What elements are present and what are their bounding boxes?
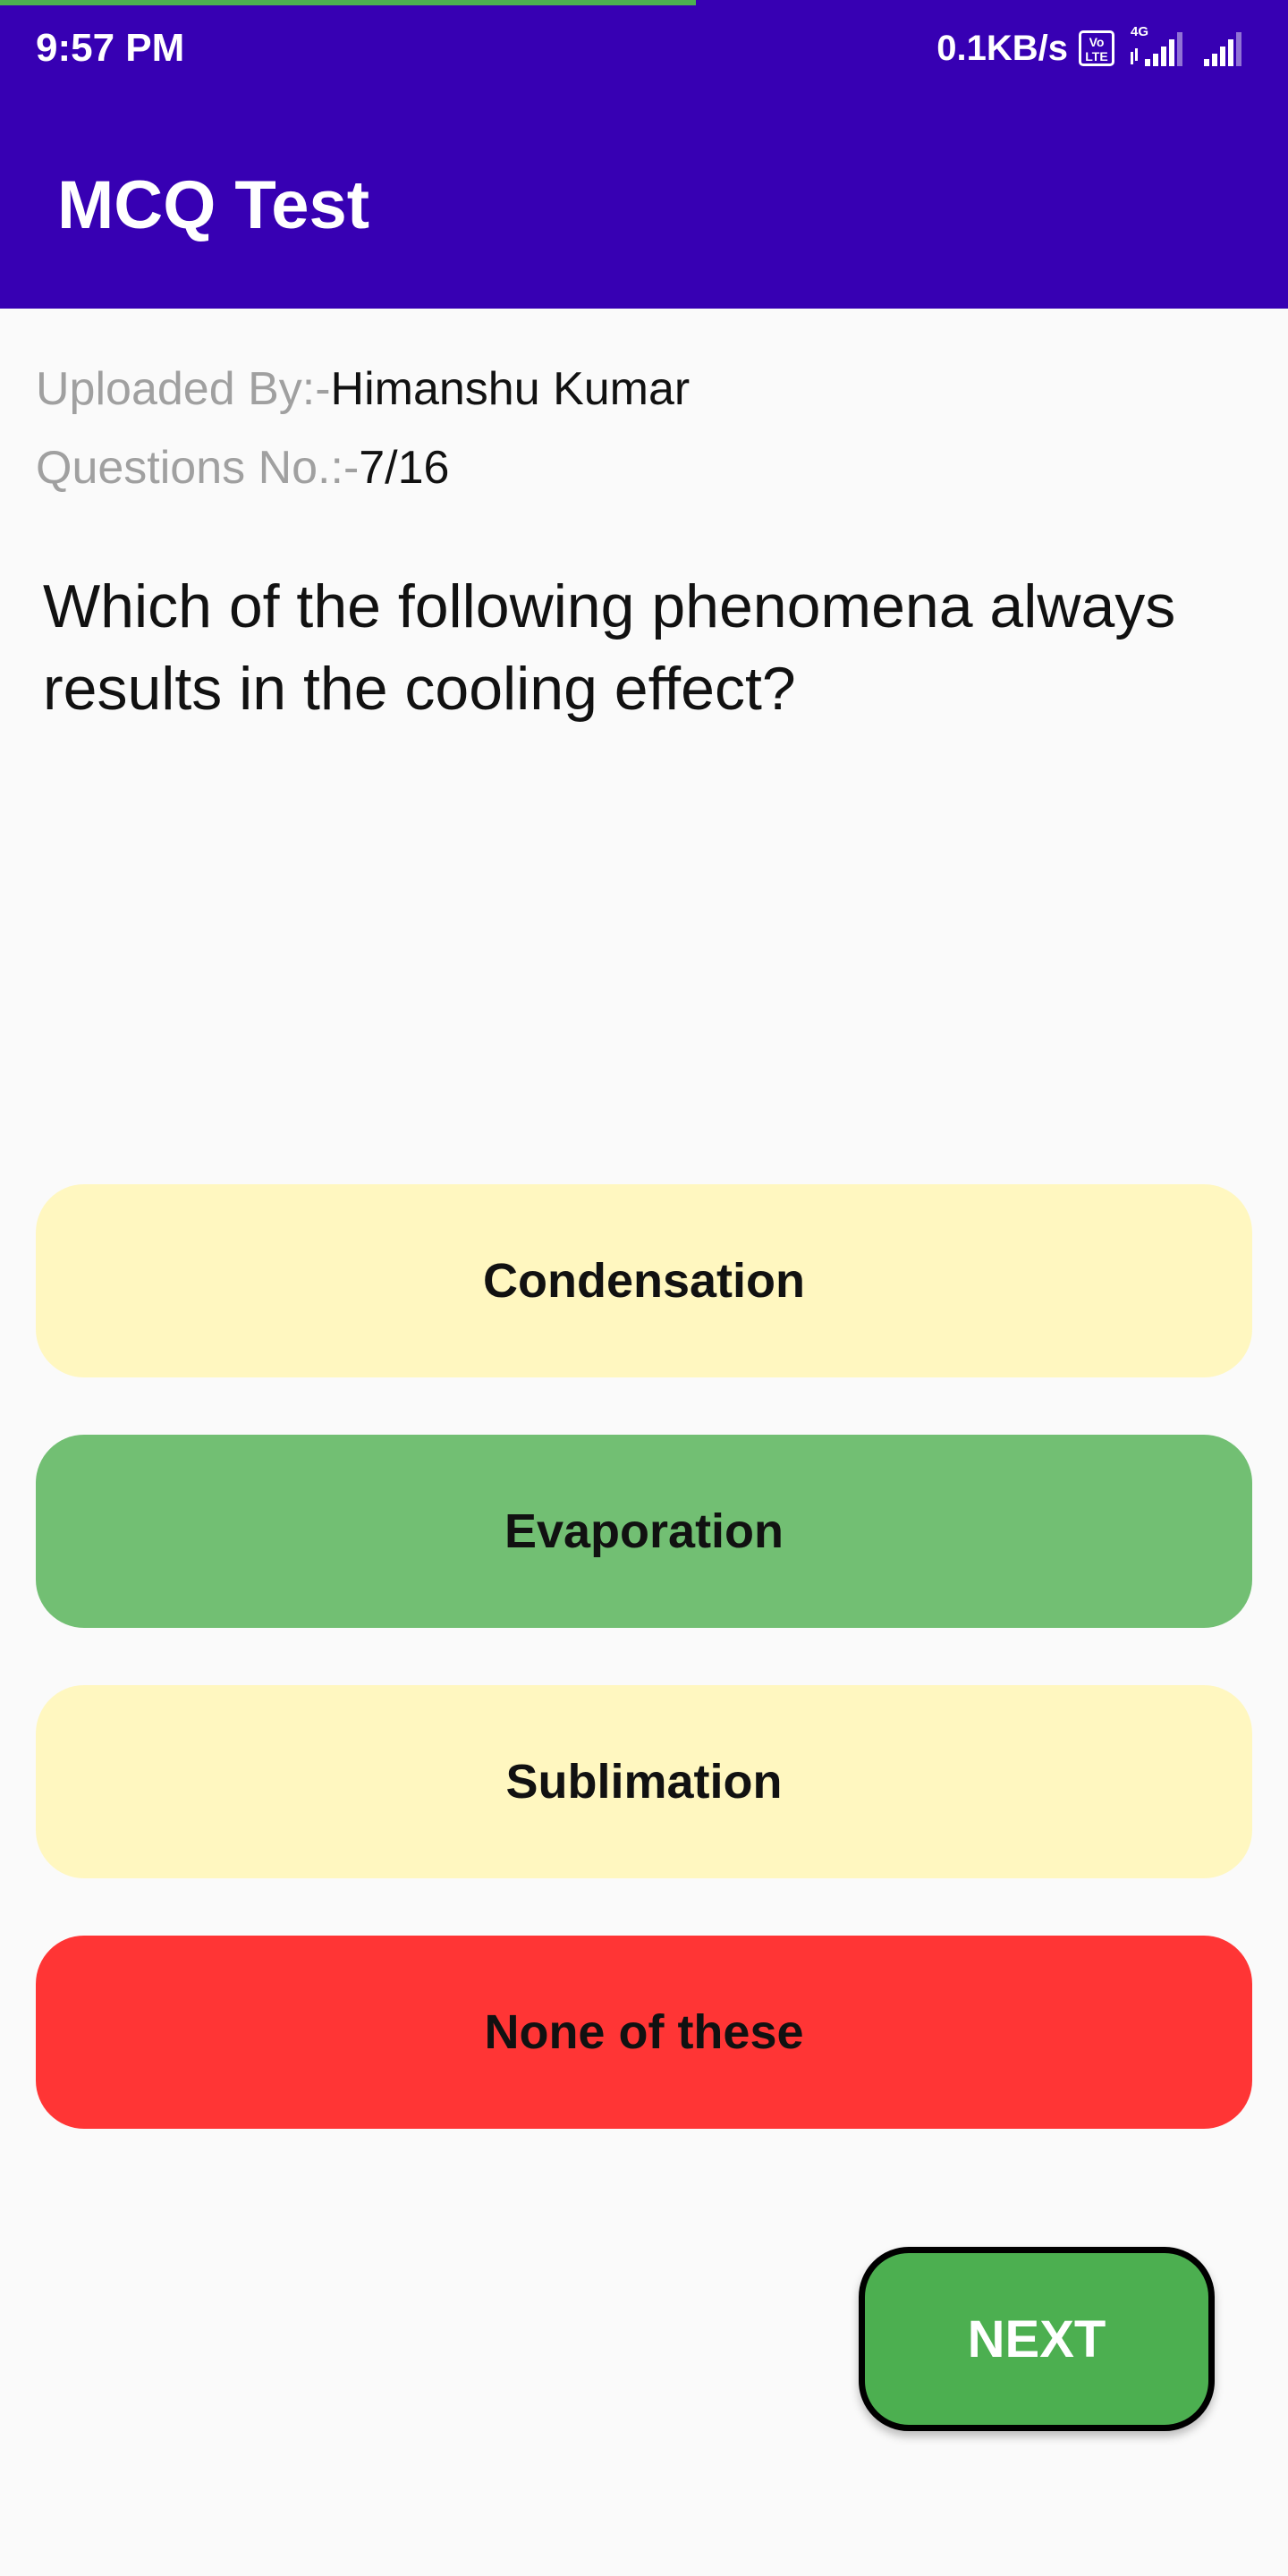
option-button-1[interactable]: Condensation bbox=[36, 1184, 1252, 1377]
status-time: 9:57 PM bbox=[36, 26, 185, 70]
option-button-3[interactable]: Sublimation bbox=[36, 1685, 1252, 1878]
question-number-value: 7/16 bbox=[359, 442, 450, 494]
option-button-2[interactable]: Evaporation bbox=[36, 1435, 1252, 1628]
volte-icon: Vo LTE bbox=[1079, 30, 1114, 66]
status-indicators: 0.1KB/s Vo LTE 4G bbox=[936, 23, 1254, 73]
question-number-info: Questions No.:-7/16 bbox=[36, 436, 449, 499]
volte-icon-bottom: LTE bbox=[1085, 49, 1108, 64]
signal-4g-icon: 4G bbox=[1125, 23, 1190, 73]
next-button[interactable]: NEXT bbox=[859, 2247, 1215, 2431]
question-number-label: Questions No.:- bbox=[36, 442, 360, 494]
signal-icon bbox=[1200, 23, 1254, 73]
uploaded-by-label: Uploaded By:- bbox=[36, 363, 331, 415]
app-title: MCQ Test bbox=[57, 167, 370, 243]
network-type-label: 4G bbox=[1131, 24, 1148, 39]
network-speed: 0.1KB/s bbox=[936, 29, 1068, 68]
volte-icon-top: Vo bbox=[1089, 35, 1105, 49]
question-text: Which of the following phenomena always … bbox=[43, 572, 1176, 723]
uploader-info: Uploaded By:-Himanshu Kumar bbox=[36, 358, 690, 420]
app-bar: 9:57 PM 0.1KB/s Vo LTE 4G MCQ Test bbox=[0, 0, 1288, 309]
uploaded-by-value: Himanshu Kumar bbox=[330, 363, 691, 415]
status-bar: 9:57 PM 0.1KB/s Vo LTE 4G bbox=[0, 0, 1288, 94]
option-button-4[interactable]: None of these bbox=[36, 1936, 1252, 2129]
